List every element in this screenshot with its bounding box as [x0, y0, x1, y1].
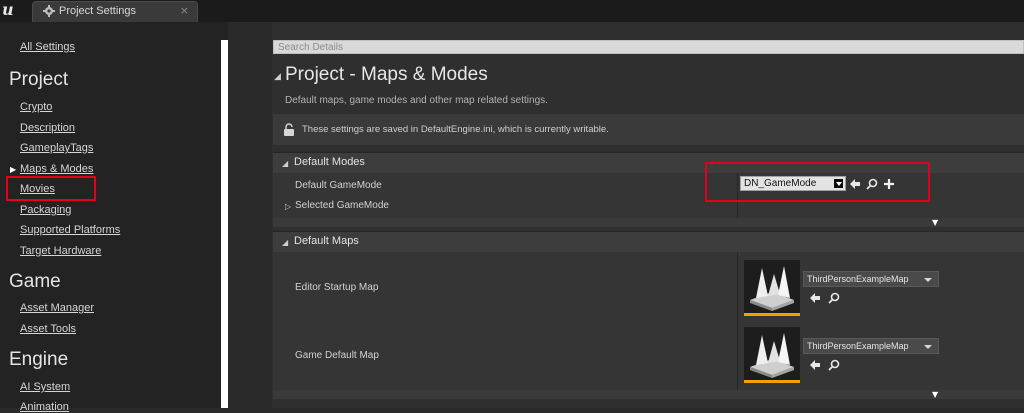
search-input[interactable] — [274, 41, 1023, 53]
sidebar-item-all-settings[interactable]: All Settings — [20, 41, 75, 53]
title-bar: u Project Settings × — [0, 0, 1024, 23]
tab-label: Project Settings — [59, 5, 137, 17]
game-default-map-dropdown[interactable]: ThirdPersonExampleMap — [803, 338, 939, 354]
chevron-down-icon[interactable]: ▼ — [932, 218, 938, 227]
editor-startup-map-dropdown[interactable]: ThirdPersonExampleMap — [803, 271, 939, 287]
section-label: Default Modes — [294, 156, 365, 168]
dropdown-arrow-icon — [924, 278, 932, 282]
page-title: Project - Maps & Modes — [285, 64, 488, 85]
section-label: Default Maps — [294, 235, 359, 247]
arrow-left-icon[interactable] — [809, 292, 821, 304]
browse-search-icon[interactable] — [828, 292, 840, 304]
editor-startup-map-value: ThirdPersonExampleMap — [807, 274, 909, 284]
sidebar-header-project: Project — [9, 69, 69, 90]
collapse-arrow-icon[interactable]: ◢ — [274, 72, 281, 82]
game-default-map-label: Game Default Map — [295, 350, 379, 361]
sidebar-item-description[interactable]: Description — [20, 122, 75, 134]
sidebar-item-packaging[interactable]: Packaging — [20, 204, 71, 216]
sidebar-item-supported-platforms[interactable]: Supported Platforms — [20, 224, 120, 236]
sidebar-item-maps-modes[interactable]: Maps & Modes — [20, 163, 93, 175]
settings-gear-icon — [43, 5, 55, 17]
chevron-down-icon[interactable]: ▼ — [932, 390, 938, 399]
sidebar-header-engine: Engine — [9, 349, 69, 370]
sidebar-scrollbar[interactable] — [221, 40, 228, 408]
annotation-highlight — [705, 162, 930, 202]
default-gamemode-label: Default GameMode — [295, 180, 382, 191]
sidebar-item-crypto[interactable]: Crypto — [20, 101, 52, 113]
panel-splitter[interactable] — [228, 22, 272, 408]
column-divider[interactable] — [737, 252, 738, 390]
editor-startup-map-label: Editor Startup Map — [295, 282, 379, 293]
selected-gamemode-label[interactable]: Selected GameMode — [295, 200, 389, 211]
sidebar-item-target-hardware[interactable]: Target Hardware — [20, 245, 101, 257]
arrow-left-icon[interactable] — [809, 359, 821, 371]
collapse-arrow-icon: ◢ — [282, 238, 289, 247]
map-thumbnail-art — [750, 333, 794, 378]
browse-search-icon[interactable] — [828, 359, 840, 371]
sidebar-item-gameplaytags[interactable]: GameplayTags — [20, 142, 93, 154]
search-bar — [273, 40, 1024, 54]
close-icon[interactable]: × — [180, 4, 189, 17]
map-thumbnail-art — [750, 266, 794, 311]
sidebar-item-animation[interactable]: Animation — [20, 401, 69, 413]
map-thumbnail-icon[interactable] — [744, 327, 800, 383]
sidebar-header-game: Game — [9, 271, 61, 292]
sidebar-item-asset-tools[interactable]: Asset Tools — [20, 323, 76, 335]
collapse-arrow-icon: ◢ — [282, 159, 289, 168]
settings-sidebar: All Settings Project Crypto Description … — [0, 22, 228, 413]
sidebar-item-ai-system[interactable]: AI System — [20, 381, 70, 393]
page-description: Default maps, game modes and other map r… — [285, 95, 548, 106]
lock-icon — [284, 123, 294, 136]
map-thumbnail-icon[interactable] — [744, 260, 800, 316]
notice-text: These settings are saved in DefaultEngin… — [302, 124, 609, 135]
tab-project-settings[interactable]: Project Settings × — [32, 1, 198, 22]
game-default-map-value: ThirdPersonExampleMap — [807, 341, 909, 351]
sidebar-item-movies[interactable]: Movies — [20, 183, 55, 195]
expand-arrow-icon[interactable]: ▷ — [285, 202, 291, 211]
section-default-maps[interactable]: ◢ Default Maps — [273, 231, 1024, 252]
section-footer: ▼ — [273, 218, 1024, 227]
config-notice: These settings are saved in DefaultEngin… — [273, 114, 1024, 145]
sidebar-item-asset-manager[interactable]: Asset Manager — [20, 302, 94, 314]
unreal-logo-icon: u — [2, 0, 14, 19]
dropdown-arrow-icon — [924, 345, 932, 349]
selected-arrow-icon: ▶ — [10, 165, 17, 174]
section-footer: ▼ — [273, 390, 1024, 399]
